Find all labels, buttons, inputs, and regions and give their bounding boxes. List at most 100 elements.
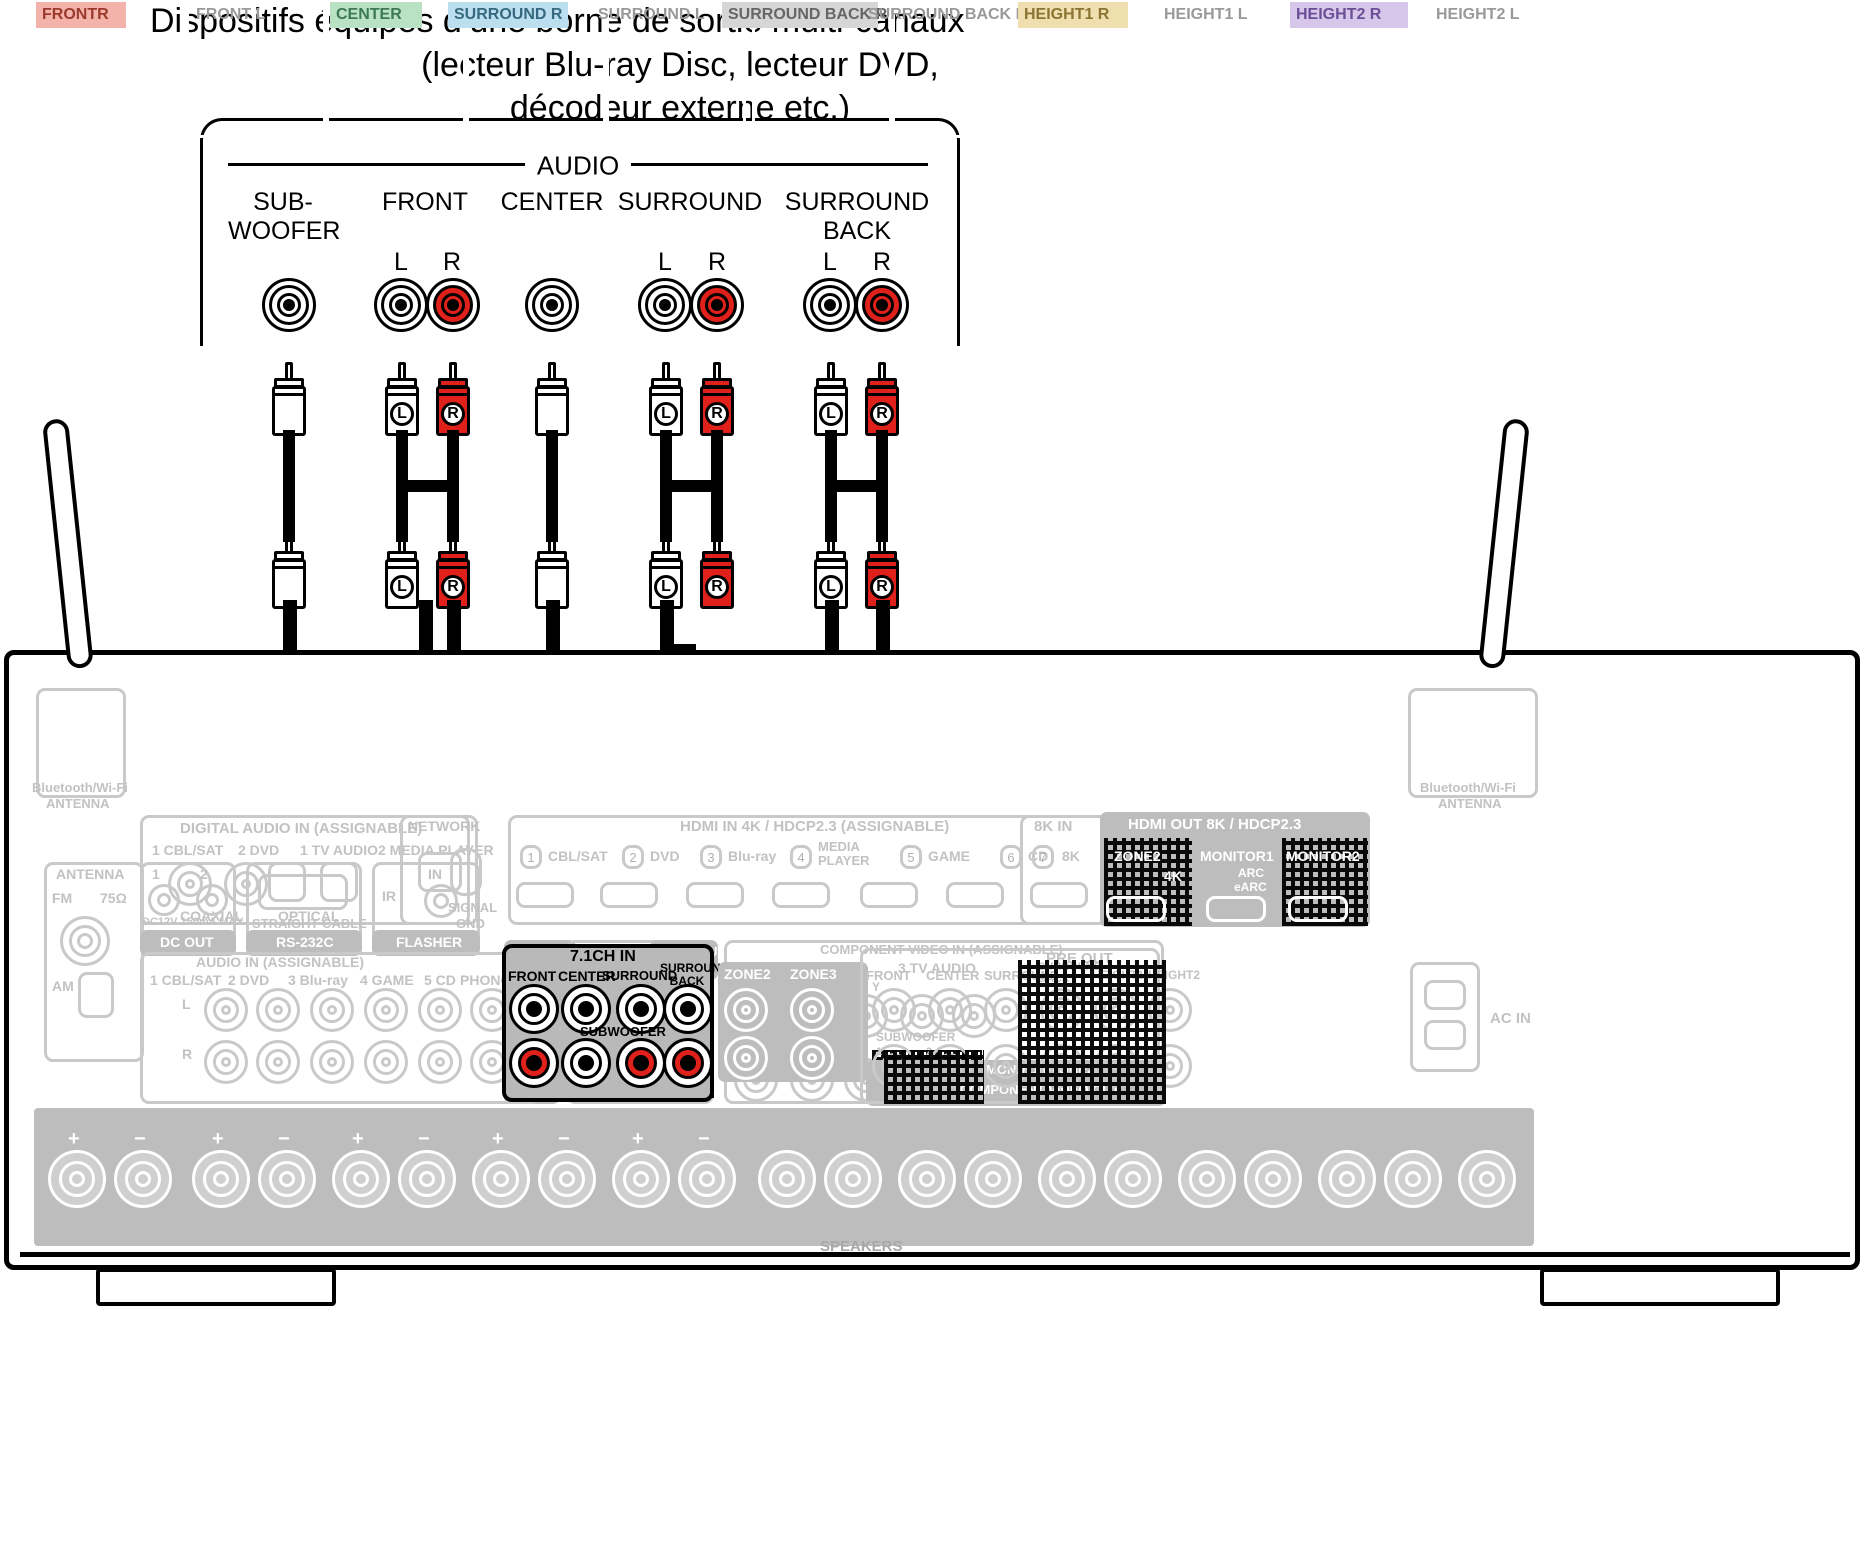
group-label-center-l1: CENTER	[500, 188, 604, 216]
speaker-minus-front-r: −	[134, 1128, 146, 1150]
speaker-post-sb-l-plus[interactable]	[898, 1150, 956, 1208]
audio-in-jack-r-2[interactable]	[256, 1040, 300, 1084]
seven-one-jack-subwoofer[interactable]	[561, 1038, 611, 1088]
speaker-minus-front-l: −	[278, 1128, 290, 1150]
audio-in-jack-r-4[interactable]	[364, 1040, 408, 1084]
speaker-plus-center: +	[352, 1128, 364, 1150]
seven-one-jack-front-r[interactable]	[509, 1038, 559, 1088]
speaker-post-h1-l-plus[interactable]	[1178, 1150, 1236, 1208]
pre-out-jack-front[interactable]	[872, 988, 916, 1032]
device-jack-front-l[interactable]	[374, 278, 428, 332]
seven-one-jack-surround-back[interactable]	[663, 984, 713, 1034]
speaker-minus-sur-r: −	[558, 1128, 570, 1150]
speaker-post-sur-r-minus[interactable]	[538, 1150, 596, 1208]
hdmi-out-port-zone2[interactable]	[1106, 896, 1166, 922]
group-label-surround-back-l1: SURROUND	[784, 188, 930, 216]
hdmi-in-port-5[interactable]	[860, 882, 918, 908]
device-jack-front-r[interactable]	[426, 278, 480, 332]
speaker-tag-label: SURROUND	[598, 6, 691, 23]
zone2-jack-r[interactable]	[724, 1036, 768, 1080]
signal-gnd-terminal[interactable]	[450, 848, 482, 896]
hdmi-out-port-monitor2[interactable]	[1288, 896, 1348, 922]
am-antenna-terminal[interactable]	[78, 972, 114, 1018]
cable-surround-r-lower	[711, 480, 723, 542]
speaker-post-h2-l-plus[interactable]	[1458, 1150, 1516, 1208]
ac-in-pin-bottom	[1424, 1020, 1466, 1050]
speaker-post-sur-r-plus[interactable]	[472, 1150, 530, 1208]
hdmi-in-port-4[interactable]	[772, 882, 830, 908]
audio-in-jack-l-3[interactable]	[310, 988, 354, 1032]
hdmi-in-port-1[interactable]	[516, 882, 574, 908]
speaker-plus-sur-r: +	[492, 1128, 504, 1150]
speaker-post-front-l-minus[interactable]	[258, 1150, 316, 1208]
hdmi-in-label-2: DVD	[650, 848, 680, 864]
speaker-tag-label: FRONT	[42, 6, 98, 23]
ac-in-label: AC IN	[1490, 1010, 1531, 1027]
pre-out-jack-center[interactable]	[928, 988, 972, 1032]
rs232c-port[interactable]	[258, 874, 348, 910]
flasher-ir-label: IR	[382, 888, 396, 904]
speaker-post-sb-l-minus[interactable]	[964, 1150, 1022, 1208]
device-jack-center[interactable]	[525, 278, 579, 332]
device-jack-surround-back-l[interactable]	[803, 278, 857, 332]
speaker-tag-h1-l: HEIGHT1 L	[1158, 2, 1268, 28]
hdmi-in-port-3[interactable]	[686, 882, 744, 908]
speaker-post-front-r-plus[interactable]	[48, 1150, 106, 1208]
audio-in-jack-r-3[interactable]	[310, 1040, 354, 1084]
speaker-tag-side: R	[1097, 6, 1110, 23]
speaker-post-h2-r-plus[interactable]	[1318, 1150, 1376, 1208]
plug-letter: L	[654, 575, 678, 599]
speaker-post-front-l-plus[interactable]	[192, 1150, 250, 1208]
antenna-fm-label: FM	[52, 890, 73, 906]
antenna-right[interactable]	[1478, 418, 1531, 670]
seven-one-jack-surround-back-r[interactable]	[663, 1038, 713, 1088]
speaker-post-center-minus[interactable]	[398, 1150, 456, 1208]
signal-gnd-line2: GND	[456, 916, 485, 931]
speaker-post-h1-r-minus[interactable]	[1104, 1150, 1162, 1208]
fm-antenna-jack[interactable]	[60, 916, 110, 966]
device-jack-subwoofer[interactable]	[262, 278, 316, 332]
audio-in-item-4: 4 GAME	[360, 972, 414, 988]
hdmi-out-port-monitor1[interactable]	[1206, 896, 1266, 922]
hdmi-in-port-2[interactable]	[600, 882, 658, 908]
speaker-post-h1-r-plus[interactable]	[1038, 1150, 1096, 1208]
dc-out-jack-2[interactable]	[196, 884, 228, 916]
group-label-center: CENTER	[492, 188, 612, 217]
antenna-left[interactable]	[41, 418, 94, 670]
speaker-post-h1-l-minus[interactable]	[1244, 1150, 1302, 1208]
chassis-bottom-edge	[20, 1252, 1850, 1257]
speaker-tag-center: CENTER	[330, 2, 422, 28]
device-jack-surround-back-r[interactable]	[855, 278, 909, 332]
speaker-post-sur-l-minus[interactable]	[678, 1150, 736, 1208]
audio-in-jack-l-4[interactable]	[364, 988, 408, 1032]
hdmi-out-monitor1-label: MONITOR1	[1200, 848, 1274, 864]
audio-in-jack-r-1[interactable]	[204, 1040, 248, 1084]
audio-in-jack-l-5[interactable]	[418, 988, 462, 1032]
speaker-post-center-plus[interactable]	[332, 1150, 390, 1208]
plug-surround-l-mid: L	[649, 535, 683, 609]
seven-one-jack-front[interactable]	[509, 984, 559, 1034]
plug-letter: L	[819, 575, 843, 599]
speaker-post-sb-r-minus[interactable]	[824, 1150, 882, 1208]
audio-in-jack-r-5[interactable]	[418, 1040, 462, 1084]
lr-label-front-r: R	[442, 248, 462, 276]
device-jack-surround-l[interactable]	[638, 278, 692, 332]
zone3-jack-r[interactable]	[790, 1036, 834, 1080]
zone3-jack-l[interactable]	[790, 988, 834, 1032]
speaker-post-sur-l-plus[interactable]	[612, 1150, 670, 1208]
device-jack-surround-r[interactable]	[690, 278, 744, 332]
hdmi-in-port-6[interactable]	[946, 882, 1004, 908]
speaker-post-sb-r-plus[interactable]	[758, 1150, 816, 1208]
hdmi-in-label-5: GAME	[928, 848, 970, 864]
speaker-post-front-r-minus[interactable]	[114, 1150, 172, 1208]
hdmi-in-header: HDMI IN 4K / HDCP2.3 (ASSIGNABLE)	[680, 818, 950, 835]
dc-out-jack-1[interactable]	[148, 884, 180, 916]
plug-letter: L	[390, 575, 414, 599]
speaker-post-h2-r-minus[interactable]	[1384, 1150, 1442, 1208]
audio-in-jack-l-2[interactable]	[256, 988, 300, 1032]
dc-out-header: DC OUT	[160, 934, 214, 950]
zone2-jack-l[interactable]	[724, 988, 768, 1032]
audio-in-jack-l-1[interactable]	[204, 988, 248, 1032]
eightk-in-port[interactable]	[1030, 882, 1088, 908]
seven-one-jack-surround-r[interactable]	[616, 1038, 666, 1088]
